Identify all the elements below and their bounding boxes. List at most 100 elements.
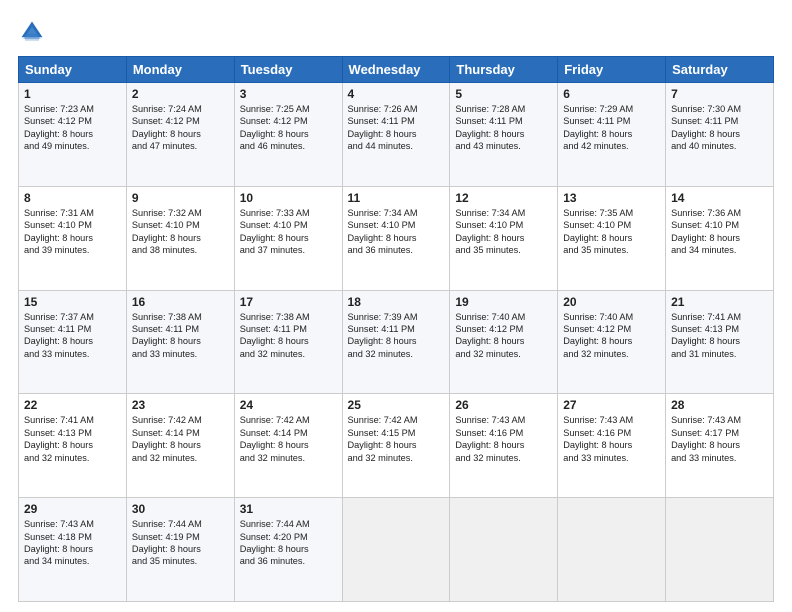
- day-info-line: Sunrise: 7:41 AM: [24, 414, 121, 426]
- day-info-line: Daylight: 8 hours: [348, 128, 445, 140]
- day-info-line: and 40 minutes.: [671, 140, 768, 152]
- day-info-line: Sunrise: 7:44 AM: [132, 518, 229, 530]
- day-info-line: Sunrise: 7:26 AM: [348, 103, 445, 115]
- day-info-line: Sunset: 4:19 PM: [132, 531, 229, 543]
- day-number: 25: [348, 398, 445, 412]
- day-number: 7: [671, 87, 768, 101]
- day-info-line: Sunrise: 7:34 AM: [455, 207, 552, 219]
- day-number: 10: [240, 191, 337, 205]
- day-info-line: Sunset: 4:12 PM: [563, 323, 660, 335]
- day-info-line: Sunset: 4:11 PM: [24, 323, 121, 335]
- weekday-header-tuesday: Tuesday: [234, 57, 342, 83]
- day-info-line: and 46 minutes.: [240, 140, 337, 152]
- calendar-cell: 27Sunrise: 7:43 AMSunset: 4:16 PMDayligh…: [558, 394, 666, 498]
- day-number: 17: [240, 295, 337, 309]
- day-info-line: Sunrise: 7:23 AM: [24, 103, 121, 115]
- day-info-line: Daylight: 8 hours: [455, 128, 552, 140]
- calendar-cell: 24Sunrise: 7:42 AMSunset: 4:14 PMDayligh…: [234, 394, 342, 498]
- calendar-cell: 25Sunrise: 7:42 AMSunset: 4:15 PMDayligh…: [342, 394, 450, 498]
- day-info-line: Sunrise: 7:28 AM: [455, 103, 552, 115]
- day-info-line: Sunset: 4:11 PM: [455, 115, 552, 127]
- weekday-header-row: SundayMondayTuesdayWednesdayThursdayFrid…: [19, 57, 774, 83]
- day-info-line: Daylight: 8 hours: [671, 128, 768, 140]
- day-info-line: Daylight: 8 hours: [455, 232, 552, 244]
- day-number: 6: [563, 87, 660, 101]
- calendar-cell: [342, 498, 450, 602]
- page: SundayMondayTuesdayWednesdayThursdayFrid…: [0, 0, 792, 612]
- calendar-cell: 26Sunrise: 7:43 AMSunset: 4:16 PMDayligh…: [450, 394, 558, 498]
- day-info-line: Sunrise: 7:43 AM: [455, 414, 552, 426]
- day-number: 27: [563, 398, 660, 412]
- calendar-cell: [558, 498, 666, 602]
- calendar-cell: 13Sunrise: 7:35 AMSunset: 4:10 PMDayligh…: [558, 186, 666, 290]
- calendar-cell: 19Sunrise: 7:40 AMSunset: 4:12 PMDayligh…: [450, 290, 558, 394]
- day-info-line: Sunset: 4:12 PM: [240, 115, 337, 127]
- day-number: 14: [671, 191, 768, 205]
- day-info-line: Daylight: 8 hours: [455, 439, 552, 451]
- day-info-line: and 32 minutes.: [24, 452, 121, 464]
- day-info-line: and 32 minutes.: [455, 348, 552, 360]
- header: [18, 18, 774, 46]
- day-info-line: Sunrise: 7:42 AM: [348, 414, 445, 426]
- day-info-line: Sunrise: 7:36 AM: [671, 207, 768, 219]
- day-number: 18: [348, 295, 445, 309]
- day-info-line: and 34 minutes.: [24, 555, 121, 567]
- day-info-line: Daylight: 8 hours: [563, 439, 660, 451]
- day-info-line: and 35 minutes.: [455, 244, 552, 256]
- calendar-cell: 23Sunrise: 7:42 AMSunset: 4:14 PMDayligh…: [126, 394, 234, 498]
- day-info-line: Sunset: 4:15 PM: [348, 427, 445, 439]
- day-info-line: and 39 minutes.: [24, 244, 121, 256]
- calendar-cell: 30Sunrise: 7:44 AMSunset: 4:19 PMDayligh…: [126, 498, 234, 602]
- calendar-cell: 29Sunrise: 7:43 AMSunset: 4:18 PMDayligh…: [19, 498, 127, 602]
- day-number: 1: [24, 87, 121, 101]
- day-number: 11: [348, 191, 445, 205]
- day-info-line: Sunrise: 7:40 AM: [563, 311, 660, 323]
- day-info-line: and 32 minutes.: [563, 348, 660, 360]
- week-row-2: 8Sunrise: 7:31 AMSunset: 4:10 PMDaylight…: [19, 186, 774, 290]
- day-info-line: and 32 minutes.: [348, 348, 445, 360]
- day-number: 31: [240, 502, 337, 516]
- day-info-line: Sunset: 4:11 PM: [348, 115, 445, 127]
- day-info-line: Daylight: 8 hours: [671, 439, 768, 451]
- weekday-header-thursday: Thursday: [450, 57, 558, 83]
- calendar-cell: 2Sunrise: 7:24 AMSunset: 4:12 PMDaylight…: [126, 83, 234, 187]
- day-number: 16: [132, 295, 229, 309]
- day-info-line: Sunset: 4:11 PM: [240, 323, 337, 335]
- day-info-line: Sunset: 4:10 PM: [132, 219, 229, 231]
- day-info-line: Daylight: 8 hours: [348, 232, 445, 244]
- day-info-line: and 37 minutes.: [240, 244, 337, 256]
- day-info-line: Daylight: 8 hours: [240, 128, 337, 140]
- day-number: 20: [563, 295, 660, 309]
- day-info-line: Daylight: 8 hours: [240, 335, 337, 347]
- day-number: 21: [671, 295, 768, 309]
- day-info-line: Sunrise: 7:42 AM: [240, 414, 337, 426]
- calendar-cell: 20Sunrise: 7:40 AMSunset: 4:12 PMDayligh…: [558, 290, 666, 394]
- calendar-cell: 3Sunrise: 7:25 AMSunset: 4:12 PMDaylight…: [234, 83, 342, 187]
- day-info-line: Daylight: 8 hours: [24, 439, 121, 451]
- day-info-line: and 33 minutes.: [132, 348, 229, 360]
- week-row-4: 22Sunrise: 7:41 AMSunset: 4:13 PMDayligh…: [19, 394, 774, 498]
- calendar-cell: [450, 498, 558, 602]
- day-info-line: Daylight: 8 hours: [563, 232, 660, 244]
- day-info-line: Daylight: 8 hours: [671, 232, 768, 244]
- day-info-line: Daylight: 8 hours: [24, 232, 121, 244]
- day-info-line: Sunset: 4:13 PM: [24, 427, 121, 439]
- logo-icon: [18, 18, 46, 46]
- calendar-cell: 15Sunrise: 7:37 AMSunset: 4:11 PMDayligh…: [19, 290, 127, 394]
- day-info-line: and 49 minutes.: [24, 140, 121, 152]
- calendar-cell: 7Sunrise: 7:30 AMSunset: 4:11 PMDaylight…: [666, 83, 774, 187]
- weekday-header-saturday: Saturday: [666, 57, 774, 83]
- day-info-line: Sunrise: 7:38 AM: [132, 311, 229, 323]
- day-info-line: Sunset: 4:10 PM: [455, 219, 552, 231]
- week-row-3: 15Sunrise: 7:37 AMSunset: 4:11 PMDayligh…: [19, 290, 774, 394]
- day-info-line: Sunset: 4:11 PM: [132, 323, 229, 335]
- weekday-header-friday: Friday: [558, 57, 666, 83]
- calendar-cell: 17Sunrise: 7:38 AMSunset: 4:11 PMDayligh…: [234, 290, 342, 394]
- day-info-line: Sunset: 4:20 PM: [240, 531, 337, 543]
- day-info-line: Sunrise: 7:42 AM: [132, 414, 229, 426]
- week-row-5: 29Sunrise: 7:43 AMSunset: 4:18 PMDayligh…: [19, 498, 774, 602]
- day-number: 23: [132, 398, 229, 412]
- day-info-line: and 31 minutes.: [671, 348, 768, 360]
- day-info-line: Sunset: 4:16 PM: [455, 427, 552, 439]
- day-info-line: Sunrise: 7:31 AM: [24, 207, 121, 219]
